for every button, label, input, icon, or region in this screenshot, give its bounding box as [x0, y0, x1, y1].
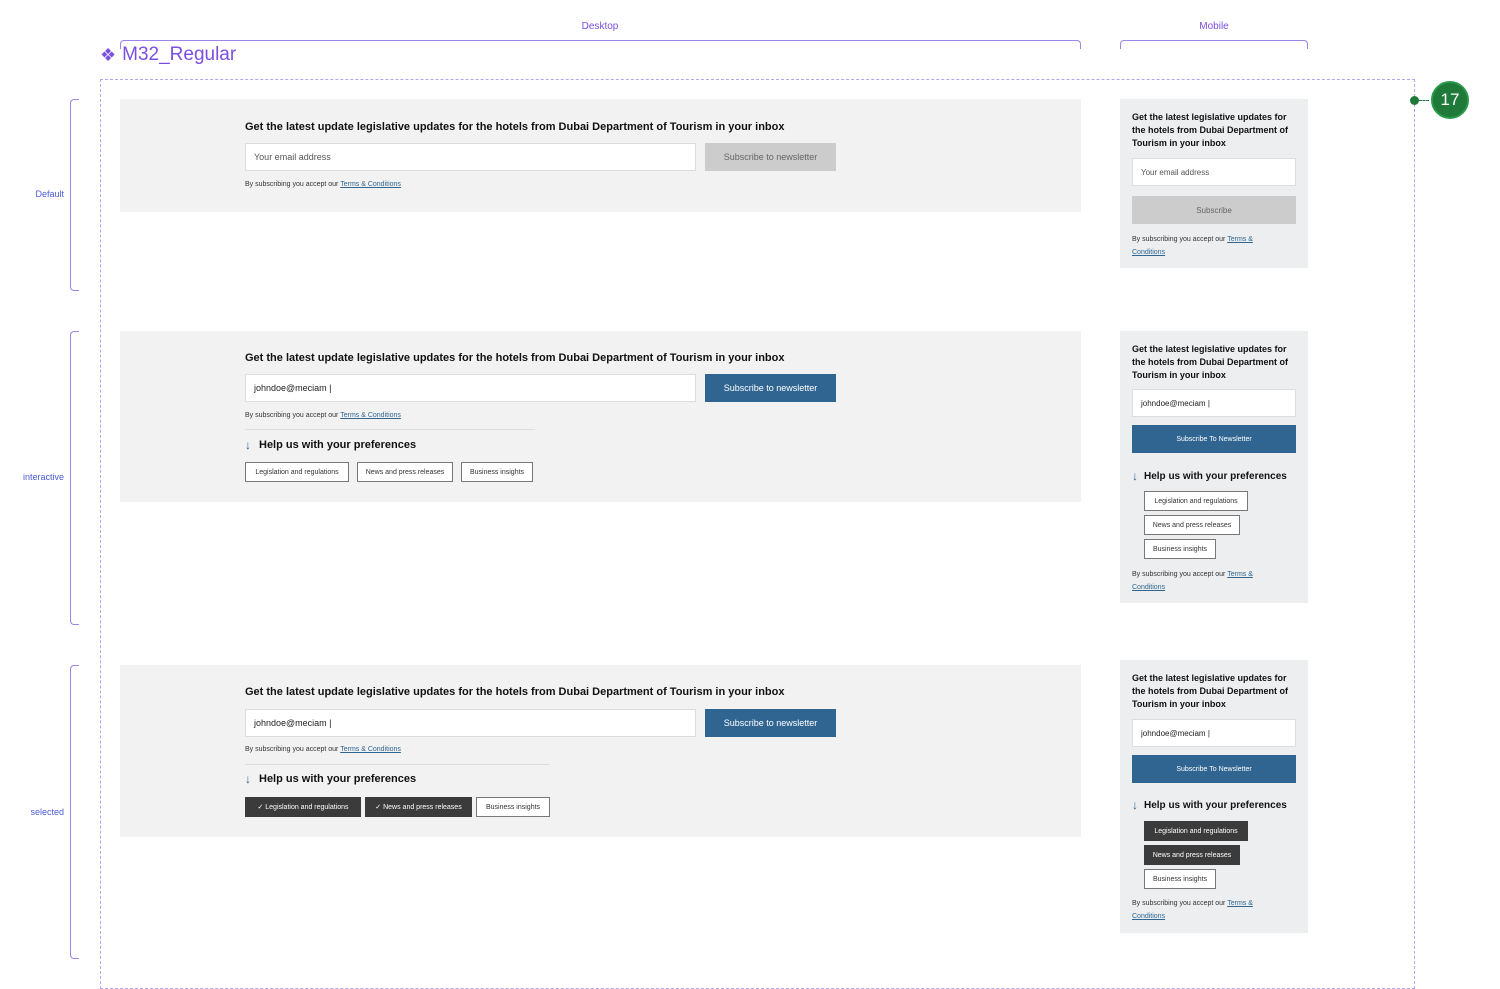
- terms-prefix: By subscribing you accept our: [245, 181, 339, 188]
- row-label-interactive: interactive: [22, 472, 64, 482]
- chip-news[interactable]: News and press releases: [1144, 515, 1240, 535]
- mobile-interactive-panel: Get the latest legislative updates for t…: [1120, 331, 1308, 603]
- terms-text: By subscribing you accept our Terms & Co…: [1132, 897, 1272, 923]
- terms-prefix: By subscribing you accept our: [1132, 236, 1226, 243]
- terms-prefix: By subscribing you accept our: [1132, 900, 1226, 907]
- subscribe-button[interactable]: Subscribe to newsletter: [705, 143, 836, 171]
- badge-connector: [1419, 100, 1429, 101]
- desktop-interactive-panel: Get the latest update legislative update…: [120, 331, 1081, 502]
- terms-link[interactable]: Terms & Conditions: [340, 746, 401, 753]
- subscribe-button[interactable]: Subscribe to newsletter: [705, 374, 836, 402]
- preferences-title: ↓ Help us with your preferences: [1132, 469, 1287, 483]
- terms-prefix: By subscribing you accept our: [245, 746, 339, 753]
- preferences-label: Help us with your preferences: [1144, 470, 1287, 482]
- subscribe-button[interactable]: Subscribe to newsletter: [705, 709, 836, 737]
- chip-news[interactable]: News and press releases: [1144, 845, 1240, 865]
- subscribe-button[interactable]: Subscribe To Newsletter: [1132, 755, 1296, 783]
- email-input[interactable]: johndoe@meciam |: [245, 374, 696, 402]
- preferences-label: Help us with your preferences: [1144, 799, 1287, 811]
- preference-chips: Legislation and regulations News and pre…: [245, 462, 533, 482]
- mobile-selected-panel: Get the latest legislative updates for t…: [1120, 660, 1308, 933]
- desktop-column-label: Desktop: [581, 21, 619, 32]
- badge-anchor-dot: [1410, 96, 1419, 105]
- component-name: M32_Regular: [122, 44, 237, 65]
- email-input[interactable]: johndoe@meciam |: [1132, 719, 1296, 747]
- email-input[interactable]: johndoe@meciam |: [245, 709, 696, 737]
- terms-text: By subscribing you accept our Terms & Co…: [245, 412, 401, 419]
- desktop-column-bracket: [120, 40, 1081, 49]
- subscribe-button[interactable]: Subscribe To Newsletter: [1132, 425, 1296, 453]
- terms-prefix: By subscribing you accept our: [1132, 571, 1226, 578]
- email-input[interactable]: johndoe@meciam |: [1132, 389, 1296, 417]
- terms-text: By subscribing you accept our Terms & Co…: [245, 181, 401, 188]
- email-input[interactable]: Your email address: [245, 143, 696, 171]
- preference-chips: ✓ Legislation and regulations ✓ News and…: [245, 797, 550, 817]
- row-bracket-selected: [70, 665, 79, 959]
- preferences-title: ↓ Help us with your preferences: [1132, 798, 1287, 812]
- chip-legislation[interactable]: Legislation and regulations: [1144, 821, 1248, 841]
- component-icon: ❖: [100, 44, 117, 65]
- newsletter-heading: Get the latest update legislative update…: [245, 121, 785, 133]
- subscribe-button[interactable]: Subscribe: [1132, 196, 1296, 224]
- arrow-down-icon: ↓: [245, 438, 251, 452]
- chip-business[interactable]: Business insights: [1144, 539, 1216, 559]
- divider: [245, 429, 535, 430]
- chip-business[interactable]: Business insights: [461, 462, 533, 482]
- row-bracket-interactive: [70, 331, 79, 625]
- preferences-title: ↓ Help us with your preferences: [245, 438, 416, 452]
- chip-legislation[interactable]: Legislation and regulations: [1144, 491, 1248, 511]
- terms-link[interactable]: Terms & Conditions: [340, 412, 401, 419]
- component-title[interactable]: ❖ M32_Regular: [100, 44, 236, 66]
- divider: [245, 764, 549, 765]
- terms-text: By subscribing you accept our Terms & Co…: [245, 746, 401, 753]
- terms-text: By subscribing you accept our Terms & Co…: [1132, 233, 1272, 259]
- mobile-column-label: Mobile: [1199, 21, 1229, 32]
- comment-badge[interactable]: 17: [1431, 81, 1469, 119]
- preferences-label: Help us with your preferences: [259, 773, 417, 785]
- chip-news[interactable]: News and press releases: [357, 462, 453, 482]
- chip-business[interactable]: Business insights: [476, 797, 550, 817]
- row-label-default: Default: [35, 189, 64, 199]
- arrow-down-icon: ↓: [245, 772, 251, 786]
- row-label-selected: selected: [30, 807, 64, 817]
- chip-news[interactable]: ✓ News and press releases: [365, 797, 472, 817]
- preferences-label: Help us with your preferences: [259, 439, 417, 451]
- newsletter-heading: Get the latest legislative updates for t…: [1132, 673, 1289, 709]
- desktop-default-panel: Get the latest update legislative update…: [120, 99, 1081, 212]
- newsletter-heading: Get the latest update legislative update…: [245, 352, 785, 364]
- newsletter-heading: Get the latest update legislative update…: [245, 686, 785, 698]
- terms-prefix: By subscribing you accept our: [245, 412, 339, 419]
- arrow-down-icon: ↓: [1132, 469, 1138, 483]
- arrow-down-icon: ↓: [1132, 798, 1138, 812]
- mobile-default-panel: Get the latest legislative updates for t…: [1120, 99, 1308, 268]
- chip-business[interactable]: Business insights: [1144, 869, 1216, 889]
- preferences-title: ↓ Help us with your preferences: [245, 772, 416, 786]
- mobile-column-bracket: [1120, 40, 1308, 49]
- chip-legislation[interactable]: ✓ Legislation and regulations: [245, 797, 361, 817]
- terms-text: By subscribing you accept our Terms & Co…: [1132, 568, 1272, 594]
- row-bracket-default: [70, 99, 79, 291]
- terms-link[interactable]: Terms & Conditions: [340, 181, 401, 188]
- email-input[interactable]: Your email address: [1132, 158, 1296, 186]
- desktop-selected-panel: Get the latest update legislative update…: [120, 665, 1081, 837]
- newsletter-heading: Get the latest legislative updates for t…: [1132, 112, 1289, 148]
- chip-legislation[interactable]: Legislation and regulations: [245, 462, 349, 482]
- newsletter-heading: Get the latest legislative updates for t…: [1132, 344, 1289, 380]
